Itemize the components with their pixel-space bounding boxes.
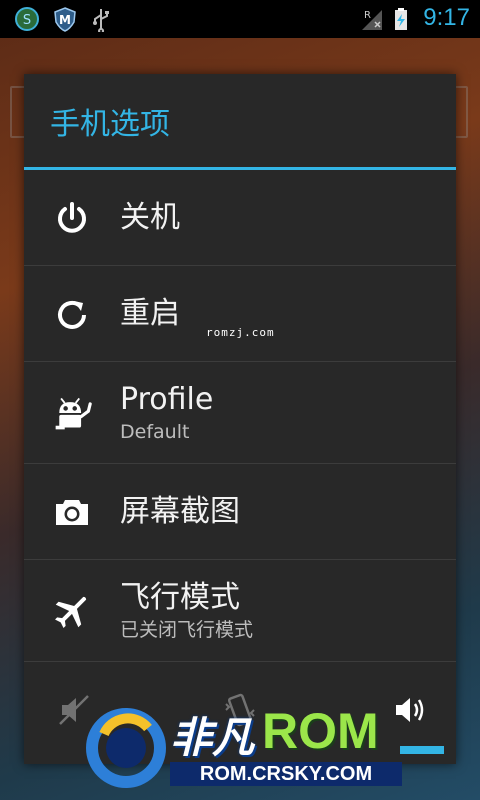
crsky-rom-logo: 非凡 ROM ROM.CRSKY.COM	[84, 700, 464, 794]
logo-chinese-text: 非凡	[170, 713, 255, 762]
menu-item-power-off[interactable]: 关机	[24, 170, 456, 266]
svg-text:S: S	[23, 13, 31, 28]
clock: 9:17	[423, 4, 470, 31]
logo-url: ROM.CRSKY.COM	[170, 762, 402, 786]
menu-item-label: 重启	[120, 295, 180, 331]
menu-item-label: 飞行模式	[120, 579, 240, 615]
menu-item-label: 屏幕截图	[120, 493, 240, 529]
profile-android-icon	[52, 393, 92, 433]
menu-item-airplane-mode[interactable]: 飞行模式 已关闭飞行模式	[24, 560, 456, 662]
shield-m-icon: M	[54, 7, 76, 32]
antivirus-icon: S	[15, 7, 39, 31]
svg-text:R: R	[364, 10, 371, 21]
usb-icon	[93, 9, 109, 32]
svg-text:M: M	[59, 13, 71, 27]
airplane-icon	[52, 591, 92, 631]
battery-charging-icon	[395, 8, 407, 30]
power-icon	[52, 198, 92, 238]
status-bar: S M R 9:17	[0, 0, 480, 38]
menu-item-sublabel: 已关闭飞行模式	[120, 618, 254, 641]
watermark-text: romzj.com	[206, 326, 275, 339]
menu-item-label: 关机	[120, 199, 180, 235]
menu-item-screenshot[interactable]: 屏幕截图	[24, 464, 456, 560]
no-signal-roaming-icon: R	[362, 10, 382, 30]
phone-options-dialog: 手机选项 关机 重启 Profile Default 屏幕截图 飞行模式 已关闭…	[24, 74, 456, 764]
logo-rom-text: ROM	[262, 703, 379, 759]
menu-item-profile[interactable]: Profile Default	[24, 362, 456, 464]
rom-logo-swirl-icon	[86, 708, 166, 788]
menu-item-sublabel: Default	[120, 420, 190, 443]
restart-icon	[52, 294, 92, 334]
camera-icon	[52, 492, 92, 532]
logo-dash	[400, 746, 444, 754]
menu-item-reboot[interactable]: 重启	[24, 266, 456, 362]
menu-item-label: Profile	[120, 381, 214, 417]
dialog-title: 手机选项	[24, 74, 456, 170]
